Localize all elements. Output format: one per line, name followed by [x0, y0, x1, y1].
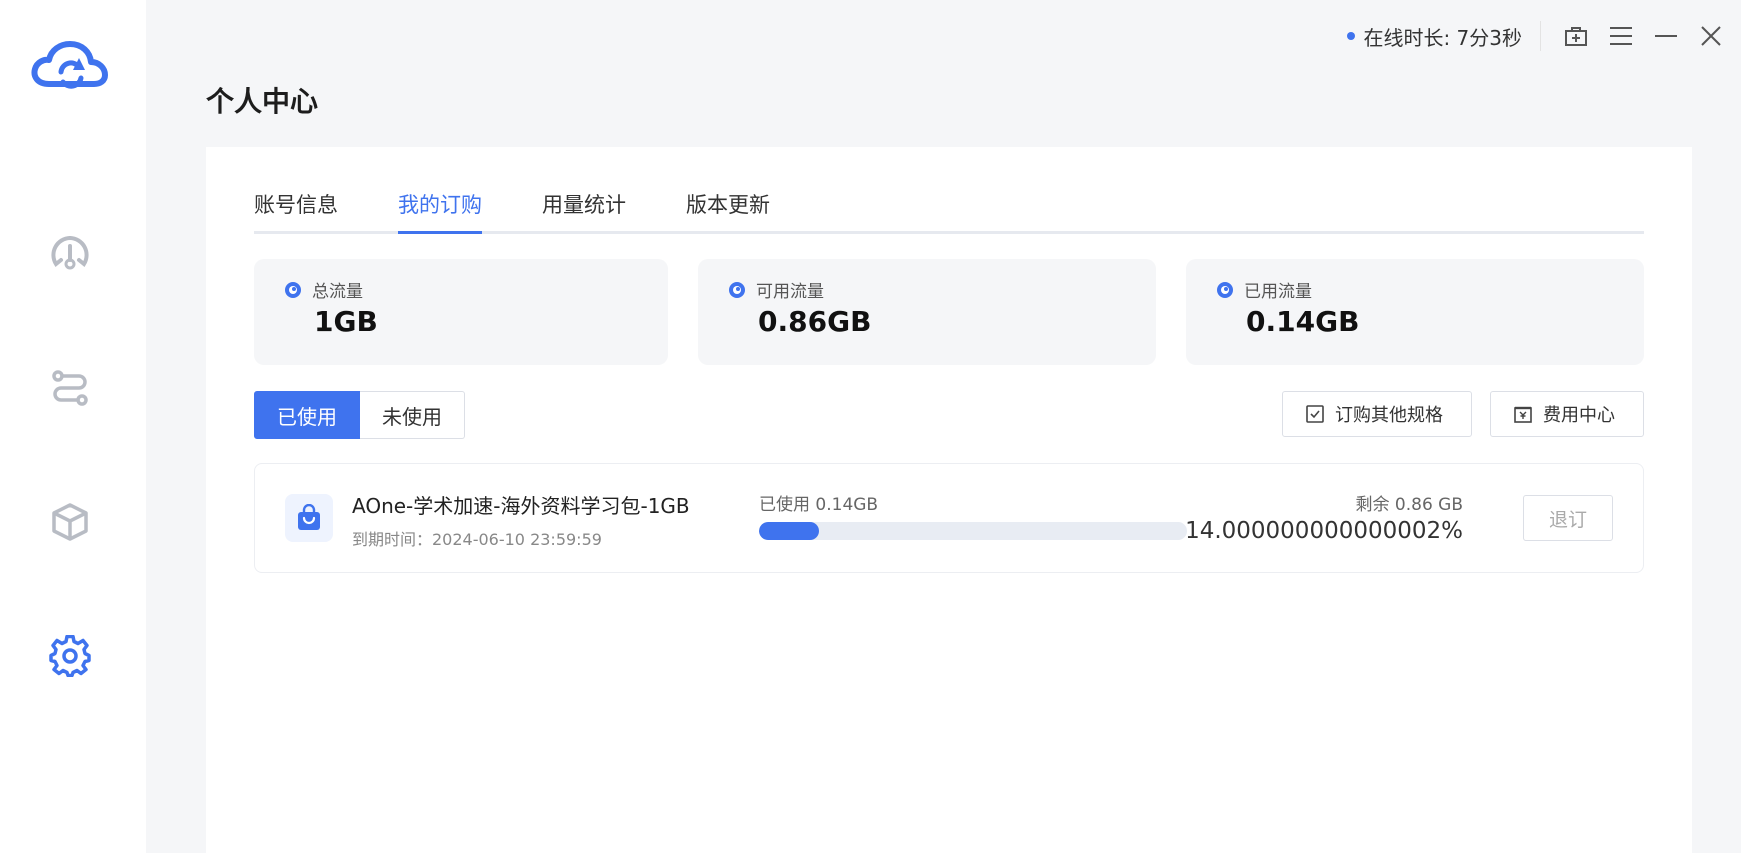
gift-icon	[1564, 27, 1587, 46]
usage-percent: 14.000000000000002%	[1185, 518, 1463, 544]
tab-account-info[interactable]: 账号信息	[254, 191, 338, 231]
gear-icon	[49, 635, 91, 677]
divider	[1540, 21, 1541, 51]
checklist-icon	[1306, 405, 1324, 423]
shopping-bag-icon	[285, 494, 333, 542]
menu-button[interactable]	[1598, 18, 1643, 54]
stat-available-traffic: 可用流量 0.86GB	[698, 259, 1156, 365]
stat-label: 已用流量	[1244, 282, 1312, 302]
tab-my-subscriptions[interactable]: 我的订购	[398, 191, 482, 234]
order-other-spec-button[interactable]: 订购其他规格	[1282, 391, 1472, 437]
filter-unused-button[interactable]: 未使用	[360, 391, 465, 439]
usage-progress-bar	[759, 522, 1187, 540]
route-icon	[52, 370, 88, 406]
page-title: 个人中心	[206, 85, 319, 118]
close-button[interactable]	[1688, 18, 1733, 54]
online-duration: 在线时长: 7分3秒	[1347, 22, 1522, 51]
sidebar-item-package[interactable]	[45, 497, 95, 547]
billing-icon	[1514, 406, 1532, 423]
stat-value: 1GB	[314, 305, 378, 338]
menu-icon	[1609, 27, 1632, 45]
cloud-sync-logo-icon	[31, 40, 109, 90]
order-remaining: 剩余 0.86 GB	[1355, 495, 1464, 515]
online-duration-label: 在线时长: 7分3秒	[1363, 25, 1522, 50]
cube-icon	[52, 503, 88, 541]
minimize-icon	[1654, 35, 1677, 37]
order-expire: 到期时间：2024-06-10 23:59:59	[352, 530, 602, 549]
order-item: AOne-学术加速-海外资料学习包-1GB 到期时间：2024-06-10 23…	[254, 463, 1644, 573]
usage-progress-fill	[759, 522, 819, 540]
billing-center-button[interactable]: 费用中心	[1490, 391, 1644, 437]
filter-used-button[interactable]: 已使用	[254, 391, 360, 439]
stat-used-traffic: 已用流量 0.14GB	[1186, 259, 1644, 365]
sidebar-item-route[interactable]	[45, 363, 95, 413]
stat-value: 0.14GB	[1246, 305, 1360, 338]
stat-label: 可用流量	[756, 282, 824, 302]
title-bar: 在线时长: 7分3秒	[1347, 18, 1741, 54]
sidebar	[0, 0, 146, 853]
close-icon	[1700, 26, 1721, 46]
stat-total-traffic: 总流量 1GB	[254, 259, 668, 365]
unsubscribe-button[interactable]: 退订	[1523, 495, 1613, 541]
main-card: 账号信息 我的订购 用量统计 版本更新 总流量 1GB 可用流量 0.86GB	[206, 147, 1692, 853]
order-name: AOne-学术加速-海外资料学习包-1GB	[352, 494, 690, 518]
speedometer-icon	[51, 236, 89, 270]
gift-button[interactable]	[1553, 18, 1598, 54]
sidebar-item-speed[interactable]	[45, 229, 95, 279]
stat-label: 总流量	[312, 282, 363, 302]
order-used: 已使用 0.14GB	[759, 495, 879, 515]
tab-version-update[interactable]: 版本更新	[686, 191, 770, 231]
traffic-icon	[1217, 281, 1233, 298]
sidebar-item-settings[interactable]	[45, 631, 95, 681]
traffic-icon	[285, 281, 301, 298]
stat-value: 0.86GB	[758, 305, 872, 338]
tab-usage-stats[interactable]: 用量统计	[542, 191, 626, 231]
traffic-icon	[729, 281, 745, 298]
online-status-dot	[1347, 32, 1356, 40]
usage-filter: 已使用 未使用	[254, 391, 465, 439]
minimize-button[interactable]	[1643, 18, 1688, 54]
tab-bar: 账号信息 我的订购 用量统计 版本更新	[254, 191, 1644, 234]
